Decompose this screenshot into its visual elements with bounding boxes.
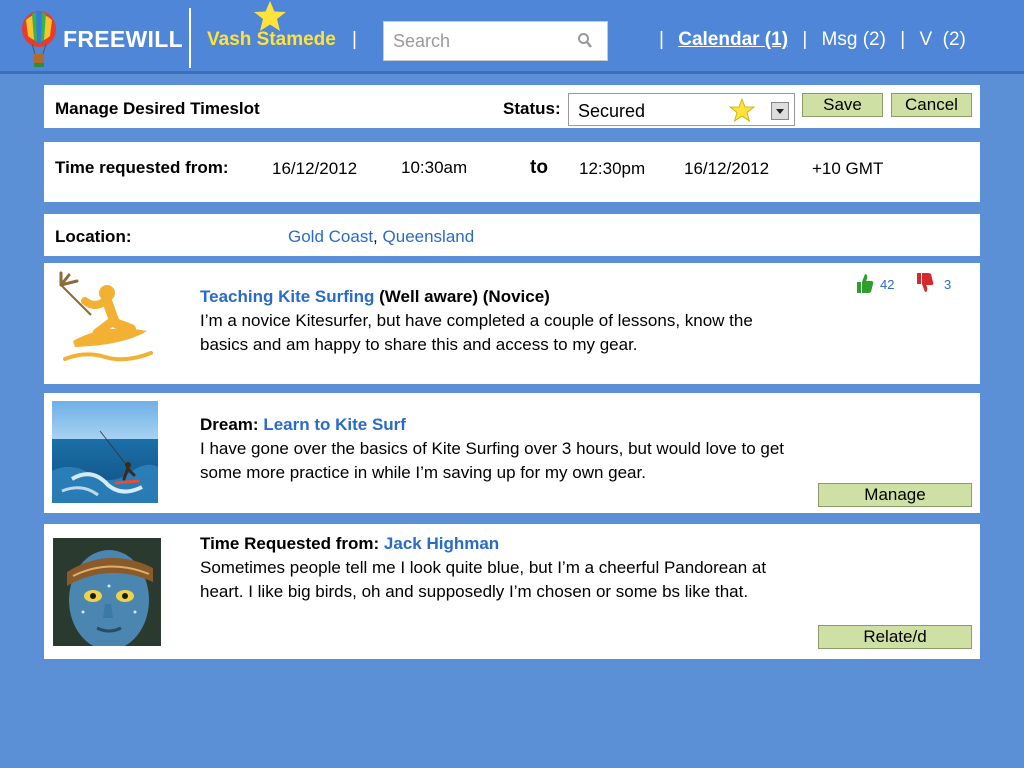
header-divider (189, 8, 191, 68)
manage-button[interactable]: Manage (818, 483, 972, 507)
chevron-down-icon[interactable] (771, 102, 789, 120)
dream-title: Dream: Learn to Kite Surf (200, 413, 800, 437)
kitesurf-photo[interactable] (52, 401, 158, 503)
header-bar: FREEWILL Vash Stamede | | Calendar (1) |… (0, 0, 1024, 74)
cancel-button[interactable]: Cancel (891, 93, 972, 117)
page-title: Manage Desired Timeslot (55, 99, 260, 118)
nav-messages-link[interactable]: Msg (2) (822, 29, 886, 50)
kitesurf-icon[interactable] (55, 271, 158, 371)
to-date[interactable]: 16/12/2012 (684, 159, 769, 179)
skill-title-rest: (Well aware) (Novice) (374, 287, 550, 306)
request-label: Time Requested from: (200, 534, 380, 553)
from-date[interactable]: 16/12/2012 (272, 159, 357, 179)
dislikes-count: 3 (944, 277, 952, 292)
request-card: Time Requested from: Jack Highman Someti… (44, 524, 980, 659)
request-card-body: Time Requested from: Jack Highman Someti… (200, 532, 800, 604)
dream-card: Dream: Learn to Kite Surf I have gone ov… (44, 393, 980, 513)
nav-separator: | (900, 29, 906, 50)
nav-v-link[interactable]: V (2) (919, 29, 965, 50)
location-city-link[interactable]: Gold Coast (288, 227, 373, 246)
status-value: Secured (578, 101, 646, 121)
dream-label: Dream: (200, 415, 259, 434)
thumbs-up-icon[interactable] (854, 272, 874, 294)
user-name[interactable]: Vash Stamede (207, 29, 336, 51)
request-person-link[interactable]: Jack Highman (384, 534, 499, 553)
save-button[interactable]: Save (802, 93, 883, 117)
thumbs-down-icon[interactable] (914, 272, 934, 294)
manage-timeslot-panel: Manage Desired Timeslot Status: Secured … (44, 85, 980, 128)
logo-text[interactable]: FREEWILL (63, 26, 183, 53)
star-icon (254, 1, 286, 31)
timezone[interactable]: +10 GMT (812, 159, 883, 179)
dream-card-body: Dream: Learn to Kite Surf I have gone ov… (200, 413, 800, 485)
request-title: Time Requested from: Jack Highman (200, 532, 800, 556)
status-select[interactable]: Secured (568, 93, 795, 126)
dream-title-link[interactable]: Learn to Kite Surf (263, 415, 406, 434)
request-description: Sometimes people tell me I look quite bl… (200, 558, 767, 601)
skill-title: Teaching Kite Surfing (Well aware) (Novi… (200, 285, 800, 309)
location-state-link[interactable]: Queensland (383, 227, 475, 246)
location-label: Location: (55, 227, 132, 246)
search-icon[interactable] (577, 32, 593, 50)
dream-description: I have gone over the basics of Kite Surf… (200, 439, 785, 482)
to-time[interactable]: 12:30pm (579, 159, 645, 179)
search-box[interactable] (383, 21, 608, 61)
skill-card: Teaching Kite Surfing (Well aware) (Novi… (44, 263, 980, 384)
nav-separator: | (802, 29, 808, 50)
hot-air-balloon-logo-icon[interactable] (20, 10, 58, 68)
time-requested-label: Time requested from: (55, 158, 229, 177)
to-label: to (530, 157, 548, 178)
star-icon (729, 98, 755, 122)
location-panel: Location: Gold Coast, Queensland (44, 214, 980, 256)
skill-description: I’m a novice Kitesurfer, but have comple… (200, 311, 753, 354)
top-nav: | Calendar (1) | Msg (2) | V (2) (650, 29, 966, 51)
skill-title-link[interactable]: Teaching Kite Surfing (200, 287, 374, 306)
nav-calendar-link[interactable]: Calendar (1) (678, 29, 788, 50)
from-time[interactable]: 10:30am (401, 158, 467, 178)
status-label: Status: (503, 99, 561, 118)
user-avatar[interactable] (53, 538, 161, 646)
relate-button[interactable]: Relate/d (818, 625, 972, 649)
search-input[interactable] (384, 22, 564, 60)
nav-separator: | (659, 29, 664, 50)
location-separator: , (373, 227, 378, 246)
location-value: Gold Coast, Queensland (288, 227, 474, 247)
user-separator: | (352, 29, 357, 50)
skill-card-body: Teaching Kite Surfing (Well aware) (Novi… (200, 285, 800, 357)
likes-count: 42 (880, 277, 895, 292)
time-requested-panel: Time requested from: 16/12/2012 10:30am … (44, 142, 980, 202)
